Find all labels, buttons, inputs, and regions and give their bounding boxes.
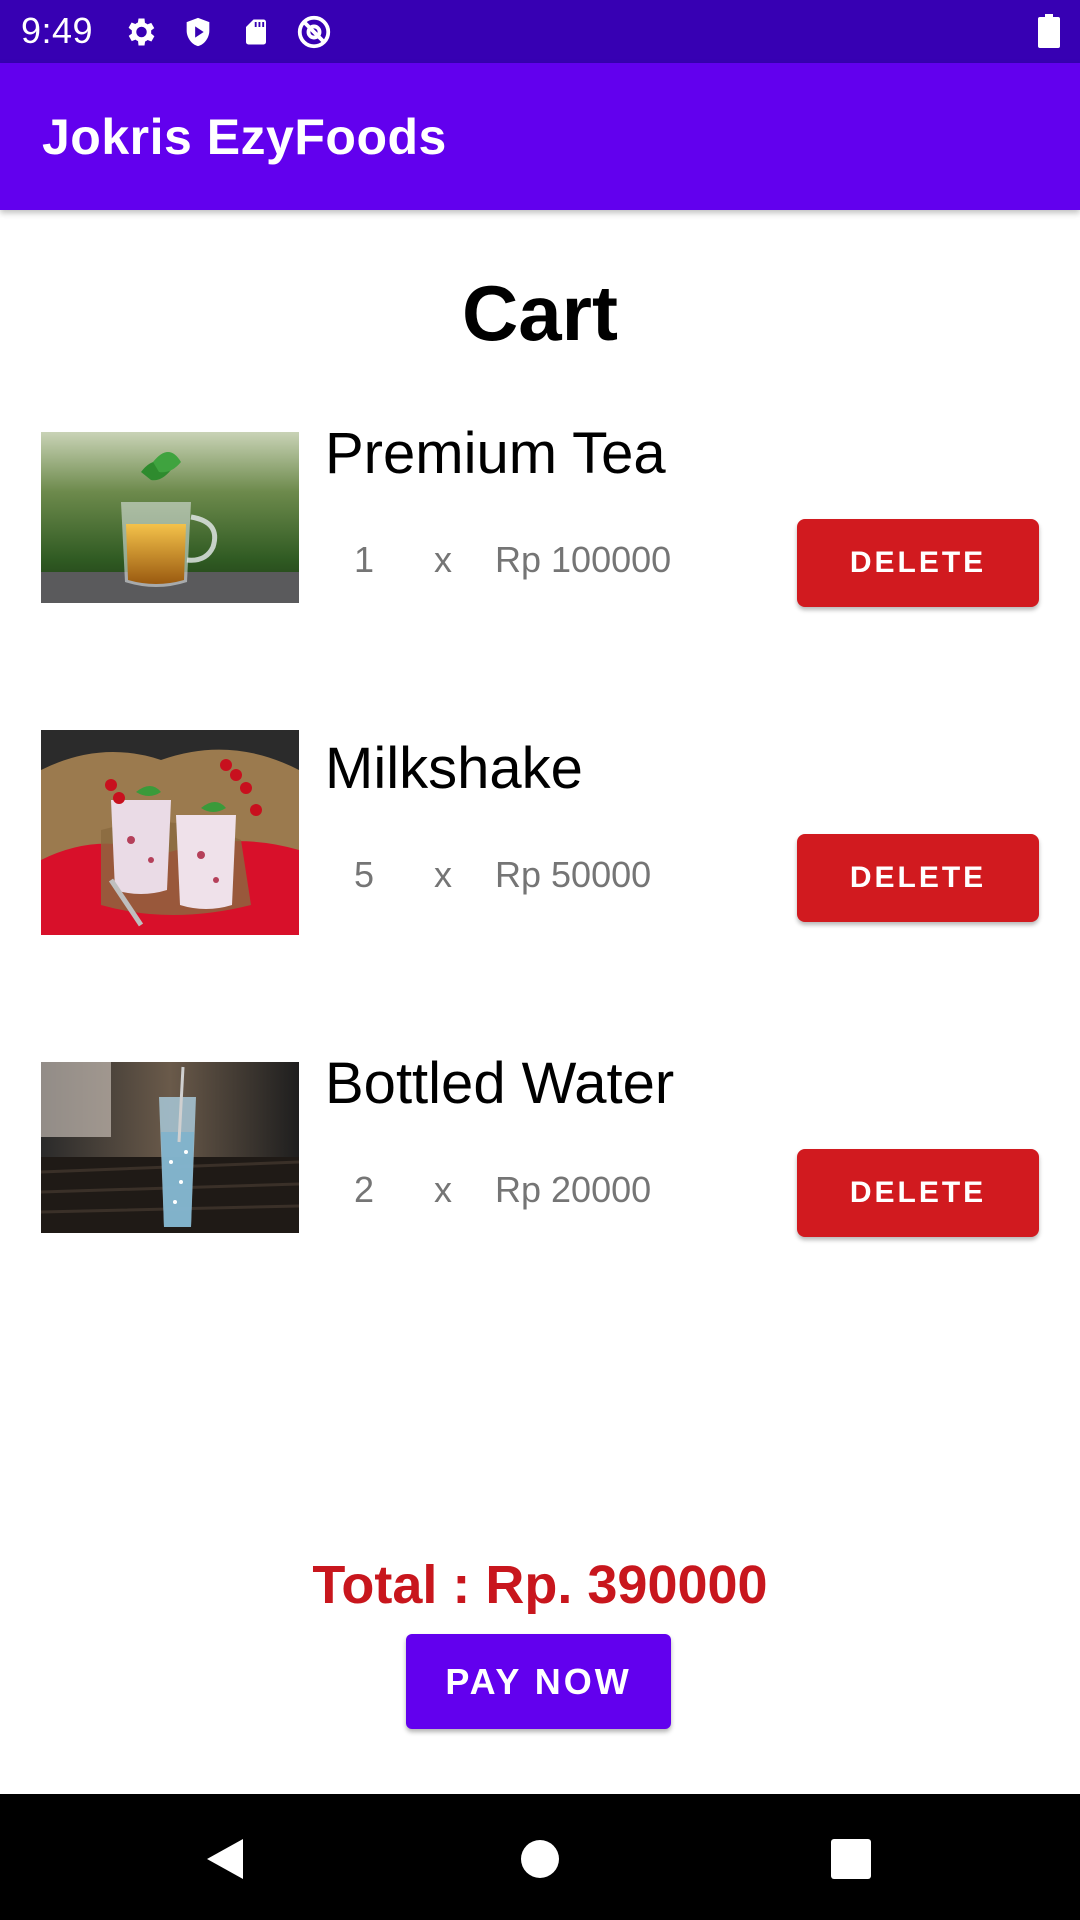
item-price: Rp 100000 [495, 539, 672, 580]
pay-now-button[interactable]: PAY NOW [406, 1634, 671, 1729]
status-icons [120, 12, 334, 52]
item-quantity: 5 [354, 854, 375, 895]
item-multiply-sign: x [434, 539, 452, 580]
delete-button[interactable]: DELETE [797, 519, 1039, 607]
cart-total: Total : Rp. 390000 [312, 1555, 768, 1615]
cart-item: Premium Tea 1 x Rp 100000 DELETE [0, 420, 1080, 660]
delete-button[interactable]: DELETE [797, 834, 1039, 922]
tea-cup-photo [41, 432, 299, 603]
item-multiply-sign: x [434, 1169, 452, 1210]
item-name: Bottled Water [325, 1051, 675, 1116]
recents-icon[interactable] [826, 1834, 876, 1884]
home-icon[interactable] [515, 1834, 565, 1884]
water-glass-photo [41, 1062, 299, 1233]
item-quantity: 1 [354, 539, 375, 580]
item-price: Rp 50000 [495, 854, 652, 895]
navigation-bar [0, 1794, 1080, 1920]
at-sign-icon [294, 12, 334, 52]
item-price: Rp 20000 [495, 1169, 652, 1210]
sd-card-icon [236, 12, 276, 52]
item-name: Premium Tea [325, 421, 666, 486]
milkshake-photo [41, 730, 299, 935]
cart-item: Milkshake 5 x Rp 50000 DELETE [0, 730, 1080, 975]
status-time: 9:49 [21, 10, 94, 51]
item-quantity: 2 [354, 1169, 375, 1210]
status-bar: 9:49 [0, 0, 1080, 63]
shield-play-icon [178, 12, 218, 52]
item-multiply-sign: x [434, 854, 452, 895]
app-bar: Jokris EzyFoods [0, 63, 1080, 210]
app-title: Jokris EzyFoods [42, 109, 447, 165]
back-icon[interactable] [200, 1834, 250, 1884]
gear-icon [120, 12, 160, 52]
battery-icon [1038, 14, 1060, 48]
delete-button[interactable]: DELETE [797, 1149, 1039, 1237]
cart-item: Bottled Water 2 x Rp 20000 DELETE [0, 1050, 1080, 1290]
item-name: Milkshake [325, 736, 583, 801]
page-title: Cart [461, 269, 619, 357]
screen: 9:49 Jokris EzyFoods Cart Premium Tea 1 … [0, 0, 1080, 1920]
